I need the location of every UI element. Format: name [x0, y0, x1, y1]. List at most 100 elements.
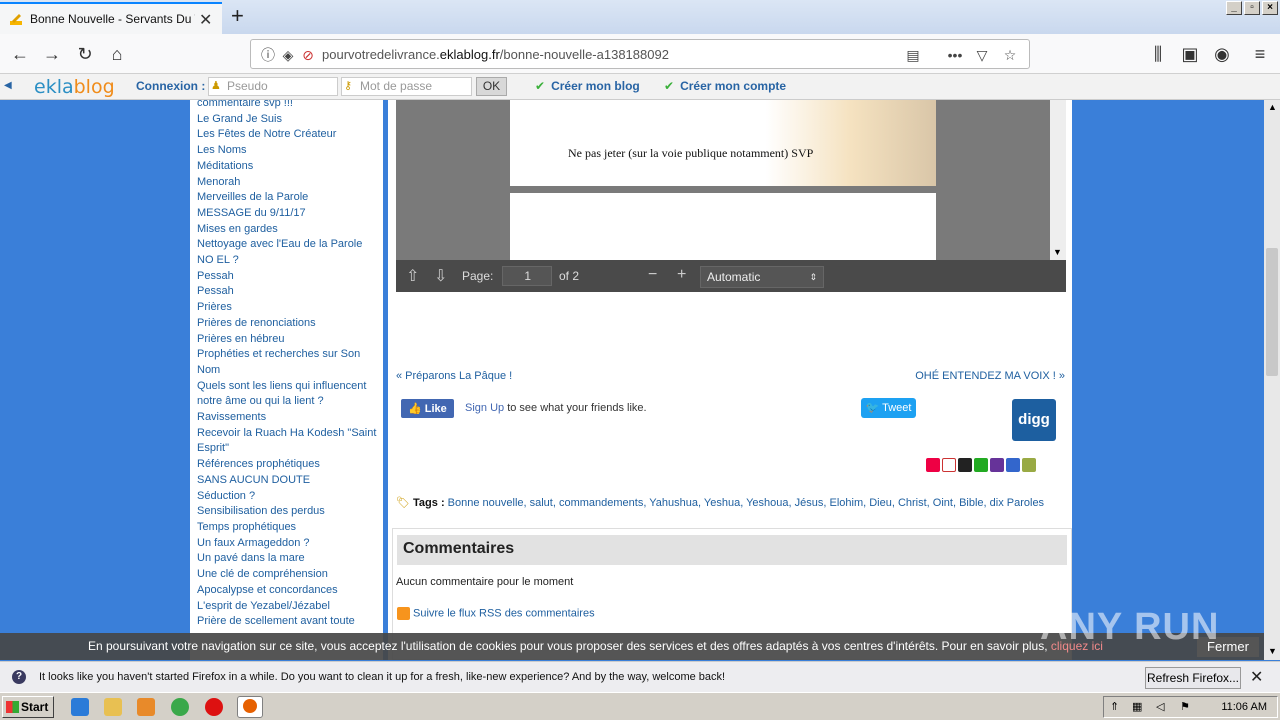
scroll-down-icon[interactable]: ▼: [1053, 247, 1062, 257]
insecure-lock-icon[interactable]: ⊘: [299, 46, 317, 64]
sidebar-category-link[interactable]: Un pavé dans la mare: [190, 551, 383, 567]
new-tab-button[interactable]: +: [231, 3, 244, 29]
notification-close-icon[interactable]: ✕: [1250, 667, 1263, 687]
page-number-input[interactable]: 1: [502, 266, 552, 286]
sidebar-category-link[interactable]: Le Grand Je Suis: [190, 112, 383, 128]
sidebar-category-link[interactable]: Esprit": [190, 441, 383, 457]
forward-icon[interactable]: →: [40, 42, 64, 66]
facebook-like-button[interactable]: 👍 Like: [401, 399, 454, 418]
chat-icon[interactable]: [974, 458, 988, 472]
sidebar-category-link[interactable]: Une clé de compréhension: [190, 567, 383, 583]
collapse-arrow-icon[interactable]: ◀: [4, 80, 12, 91]
zoom-in-button[interactable]: +: [677, 266, 686, 284]
create-blog-link[interactable]: ✔ Créer mon blog: [535, 79, 640, 93]
sidebar-category-link[interactable]: Pessah: [190, 284, 383, 300]
back-icon[interactable]: ←: [8, 42, 32, 66]
shield-icon[interactable]: ◈: [279, 46, 297, 64]
previous-article-link[interactable]: « Préparons La Pâque !: [396, 370, 512, 382]
start-button[interactable]: Start: [2, 696, 54, 718]
opera-icon[interactable]: [205, 698, 223, 716]
sidebar-category-link[interactable]: Sensibilisation des perdus: [190, 504, 383, 520]
pocket-icon[interactable]: ▽: [973, 46, 991, 64]
page-scrollbar[interactable]: ▲ ▼: [1264, 100, 1280, 660]
pdf-scrollbar[interactable]: ▼: [1050, 100, 1066, 260]
sidebar-category-link[interactable]: Apocalypse et concordances: [190, 583, 383, 599]
tags-links[interactable]: Bonne nouvelle, salut, commandements, Ya…: [448, 497, 1044, 509]
tweet-button[interactable]: 🐦 Tweet: [861, 398, 916, 418]
chrome-icon[interactable]: [171, 698, 189, 716]
account-icon[interactable]: ◉: [1210, 42, 1234, 66]
sidebar-category-link[interactable]: L'esprit de Yezabel/Jézabel: [190, 599, 383, 615]
sidebar-category-link[interactable]: Pessah: [190, 269, 383, 285]
sidebar-category-link[interactable]: NO EL ?: [190, 253, 383, 269]
password-input[interactable]: ⚷ Mot de passe: [341, 77, 472, 96]
ie-icon[interactable]: [71, 698, 89, 716]
tray-expand-icon[interactable]: ⇑: [1110, 700, 1119, 713]
sidebar-icon[interactable]: ▣: [1178, 42, 1202, 66]
reload-icon[interactable]: ↻: [73, 42, 97, 66]
login-ok-button[interactable]: OK: [476, 77, 507, 96]
scrollbar-thumb[interactable]: [1266, 248, 1278, 376]
menu-icon[interactable]: ≡: [1248, 42, 1272, 66]
info-icon[interactable]: ⓘ: [259, 46, 277, 64]
next-page-icon[interactable]: ⇩: [434, 266, 447, 286]
network-icon[interactable]: ▦: [1132, 700, 1142, 713]
sidebar-category-link[interactable]: MESSAGE du 9/11/17: [190, 206, 383, 222]
facebook-signup-link[interactable]: Sign Up: [465, 402, 504, 414]
bookmark-star-icon[interactable]: ☆: [1001, 46, 1019, 64]
browser-tab[interactable]: Bonne Nouvelle - Servants Du Très ✕: [0, 2, 222, 34]
reader-view-icon[interactable]: ▤: [904, 46, 922, 64]
scroll-up-icon[interactable]: ▲: [1268, 102, 1277, 112]
zoom-select[interactable]: Automatic ⇕: [700, 266, 824, 288]
minimize-button[interactable]: _: [1226, 1, 1242, 15]
scroll-down-icon[interactable]: ▼: [1268, 646, 1277, 656]
share-more-icon[interactable]: [1022, 458, 1036, 472]
digg-button[interactable]: digg: [1012, 399, 1056, 441]
sidebar-category-link[interactable]: Menorah: [190, 175, 383, 191]
sidebar-category-link[interactable]: Prières: [190, 300, 383, 316]
volume-icon[interactable]: ◁: [1156, 700, 1164, 713]
gmail-icon[interactable]: [942, 458, 956, 472]
sidebar-category-link[interactable]: Nettoyage avec l'Eau de la Parole: [190, 237, 383, 253]
zoom-out-button[interactable]: −: [648, 266, 657, 284]
sidebar-category-link[interactable]: SANS AUCUN DOUTE: [190, 473, 383, 489]
address-bar[interactable]: ⓘ ◈ ⊘ pourvotredelivrance.eklablog.fr/bo…: [250, 39, 1030, 69]
pdf-viewer[interactable]: Ne pas jeter (sur la voie publique notam…: [396, 100, 1066, 260]
sidebar-category-link[interactable]: Un faux Armageddon ?: [190, 536, 383, 552]
firefox-taskbar-button[interactable]: [237, 696, 263, 718]
folder-icon[interactable]: [104, 698, 122, 716]
sidebar-category-link[interactable]: Séduction ?: [190, 489, 383, 505]
home-icon[interactable]: ⌂: [105, 42, 129, 66]
sidebar-category-link[interactable]: Recevoir la Ruach Ha Kodesh "Saint: [190, 426, 383, 442]
previous-page-icon[interactable]: ⇧: [406, 266, 419, 286]
sidebar-category-link[interactable]: Quels sont les liens qui influencent: [190, 379, 383, 395]
sidebar-category-link[interactable]: Temps prophétiques: [190, 520, 383, 536]
create-account-link[interactable]: ✔ Créer mon compte: [664, 79, 786, 93]
rss-comments-link[interactable]: Suivre le flux RSS des commentaires: [397, 607, 595, 620]
sidebar-category-link[interactable]: notre âme ou qui la lient ?: [190, 394, 383, 410]
google-icon[interactable]: [1006, 458, 1020, 472]
refresh-firefox-button[interactable]: Refresh Firefox...: [1145, 667, 1241, 689]
sidebar-category-link[interactable]: Prières en hébreu: [190, 332, 383, 348]
sidebar-category-link[interactable]: Mises en gardes: [190, 222, 383, 238]
next-article-link[interactable]: OHÉ ENTENDEZ MA VOIX ! »: [915, 370, 1065, 382]
sidebar-category-link[interactable]: Nom: [190, 363, 383, 379]
sidebar-category-link[interactable]: Prophéties et recherches sur Son: [190, 347, 383, 363]
sidebar-category-link[interactable]: commentaire svp !!!: [190, 100, 383, 112]
media-player-icon[interactable]: [137, 698, 155, 716]
library-icon[interactable]: ⫼: [1146, 42, 1170, 66]
sidebar-category-link[interactable]: Ravissements: [190, 410, 383, 426]
page-actions-icon[interactable]: •••: [946, 46, 964, 64]
sidebar-category-link[interactable]: Prières de renonciations: [190, 316, 383, 332]
restore-button[interactable]: ▫: [1244, 1, 1260, 15]
eklablog-logo[interactable]: eklablog: [34, 76, 115, 98]
sidebar-category-link[interactable]: Les Noms: [190, 143, 383, 159]
share-flower-icon[interactable]: [926, 458, 940, 472]
sidebar-category-link[interactable]: Références prophétiques: [190, 457, 383, 473]
delicious-icon[interactable]: [958, 458, 972, 472]
sidebar-category-link[interactable]: Les Fêtes de Notre Créateur: [190, 127, 383, 143]
tab-close-icon[interactable]: ✕: [199, 10, 212, 30]
pseudo-input[interactable]: ♟ Pseudo: [208, 77, 338, 96]
sidebar-category-link[interactable]: Merveilles de la Parole: [190, 190, 383, 206]
sidebar-category-link[interactable]: Méditations: [190, 159, 383, 175]
